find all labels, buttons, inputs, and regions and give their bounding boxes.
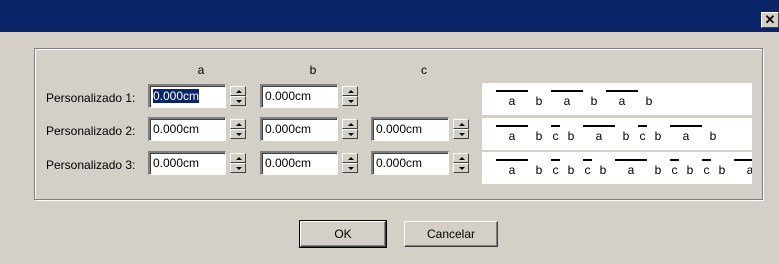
row2-c-spinner[interactable]: 0.000cm: [371, 117, 475, 141]
pattern-preview-3: abcbcbabcbcba: [496, 159, 752, 177]
pattern-preview-1: ababab: [496, 90, 653, 108]
row2-b-spinner[interactable]: 0.000cm: [260, 117, 364, 141]
row3-b-spinner[interactable]: 0.000cm: [260, 151, 364, 175]
row2-preview: abcbabcbab: [482, 118, 752, 150]
pattern-label-b: b: [646, 94, 653, 108]
pattern-label-b: b: [710, 129, 717, 143]
pattern-label-b: b: [600, 163, 607, 177]
spin-up-icon[interactable]: [342, 153, 358, 163]
row3-c-spinner[interactable]: 0.000cm: [371, 151, 475, 175]
spin-down-icon[interactable]: [230, 96, 246, 106]
pattern-label-b: b: [655, 129, 662, 143]
pattern-label-c: c: [553, 129, 559, 143]
close-button[interactable]: ✕: [761, 12, 779, 28]
pattern-label-a: a: [628, 163, 635, 177]
spin-up-icon[interactable]: [342, 119, 358, 129]
row-label-2: Personalizado 2:: [46, 124, 136, 138]
pattern-label-a: a: [564, 94, 571, 108]
row2-c-input[interactable]: 0.000cm: [371, 117, 449, 141]
pattern-label-b: b: [536, 129, 543, 143]
row3-preview: abcbcbabcbcba: [482, 152, 752, 184]
pattern-label-b: b: [655, 163, 662, 177]
row-label-1: Personalizado 1:: [46, 91, 136, 105]
ok-button[interactable]: OK: [299, 220, 387, 248]
spin-up-icon[interactable]: [453, 119, 469, 129]
pattern-label-a: a: [509, 129, 516, 143]
pattern-label-b: b: [568, 163, 575, 177]
row2-b-input[interactable]: 0.000cm: [260, 117, 338, 141]
row3-b-input[interactable]: 0.000cm: [260, 151, 338, 175]
pattern-label-c: c: [704, 163, 710, 177]
pattern-label-b: b: [687, 163, 694, 177]
spin-up-icon[interactable]: [230, 86, 246, 96]
row2-a-spinner[interactable]: 0.000cm: [148, 117, 252, 141]
close-icon: ✕: [764, 12, 776, 27]
column-header-a: a: [197, 63, 205, 77]
spin-down-icon[interactable]: [342, 96, 358, 106]
pattern-label-a: a: [747, 163, 752, 177]
spin-down-icon[interactable]: [230, 129, 246, 139]
pattern-label-c: c: [640, 129, 646, 143]
row3-c-input[interactable]: 0.000cm: [371, 151, 449, 175]
spin-up-icon[interactable]: [230, 119, 246, 129]
pattern-label-c: c: [553, 163, 559, 177]
cancel-button[interactable]: Cancelar: [404, 221, 498, 247]
column-header-b: b: [309, 63, 317, 77]
pattern-label-b: b: [719, 163, 726, 177]
spin-down-icon[interactable]: [342, 129, 358, 139]
spin-up-icon[interactable]: [230, 153, 246, 163]
row3-a-input[interactable]: 0.000cm: [148, 151, 226, 175]
pattern-label-a: a: [683, 129, 690, 143]
row-label-3: Personalizado 3:: [46, 158, 136, 172]
row1-b-input[interactable]: 0.000cm: [260, 84, 338, 108]
spin-down-icon[interactable]: [342, 163, 358, 173]
row1-a-spinner[interactable]: 0.000cm: [148, 84, 252, 108]
row3-a-spinner[interactable]: 0.000cm: [148, 151, 252, 175]
spin-down-icon[interactable]: [453, 129, 469, 139]
row2-a-input[interactable]: 0.000cm: [148, 117, 226, 141]
pattern-label-a: a: [509, 163, 516, 177]
pattern-label-c: c: [672, 163, 678, 177]
title-bar: [0, 0, 779, 32]
pattern-label-a: a: [619, 94, 626, 108]
row1-a-input[interactable]: 0.000cm: [148, 84, 226, 108]
pattern-label-b: b: [536, 163, 543, 177]
pattern-label-a: a: [596, 129, 603, 143]
row1-preview: ababab: [482, 83, 752, 115]
spin-down-icon[interactable]: [453, 163, 469, 173]
pattern-label-b: b: [591, 94, 598, 108]
row1-b-spinner[interactable]: 0.000cm: [260, 84, 364, 108]
spin-up-icon[interactable]: [342, 86, 358, 96]
column-header-c: c: [421, 63, 427, 77]
pattern-label-b: b: [536, 94, 543, 108]
pattern-label-a: a: [509, 94, 516, 108]
pattern-label-c: c: [585, 163, 591, 177]
pattern-label-b: b: [623, 129, 630, 143]
spin-down-icon[interactable]: [230, 163, 246, 173]
pattern-label-b: b: [568, 129, 575, 143]
pattern-preview-2: abcbabcbab: [496, 125, 717, 143]
spin-up-icon[interactable]: [453, 153, 469, 163]
